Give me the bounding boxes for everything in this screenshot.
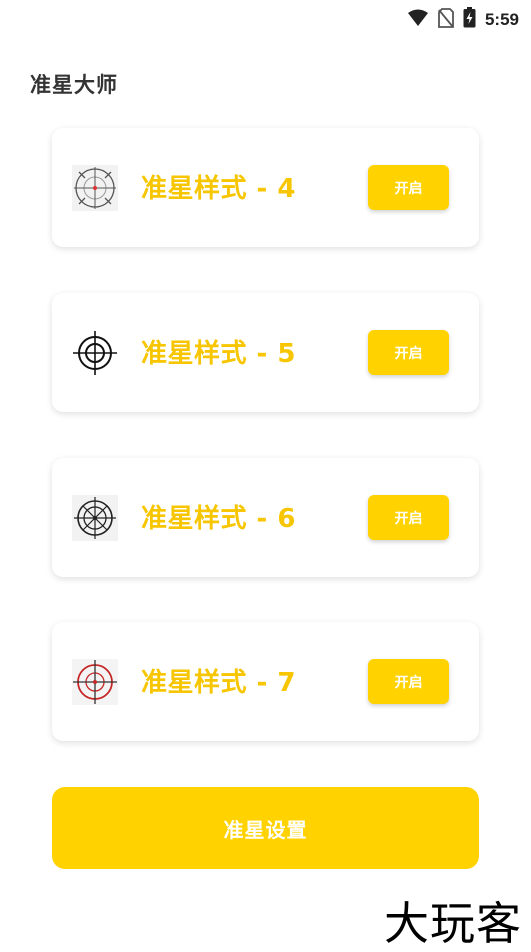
status-time: 5:59 [484,9,519,29]
crosshair-card-7: 准星样式 - 7 开启 [52,622,479,741]
crosshair-card-4: 准星样式 - 4 开启 [52,128,479,247]
crosshair-card-title: 准星样式 - 5 [141,339,296,369]
crosshair-card-title: 准星样式 - 7 [141,668,296,698]
battery-charging-icon [463,7,476,32]
crosshair-style-5-icon [72,330,118,376]
status-icons: 5:59 [407,7,519,32]
crosshair-style-6-icon [72,495,118,541]
crosshair-style-4-icon [72,165,118,211]
enable-style-5-button[interactable]: 开启 [368,330,449,375]
enable-style-7-button[interactable]: 开启 [368,659,449,704]
wifi-icon [407,9,429,31]
crosshair-card-title: 准星样式 - 6 [141,504,296,534]
crosshair-card-5: 准星样式 - 5 开启 [52,293,479,412]
crosshair-card-title: 准星样式 - 4 [141,174,296,204]
crosshair-settings-button[interactable]: 准星设置 [52,787,479,869]
crosshair-style-7-icon [72,659,118,705]
status-bar: 5:59 [0,0,531,38]
no-sim-icon [438,7,454,32]
enable-style-6-button[interactable]: 开启 [368,495,449,540]
crosshair-card-6: 准星样式 - 6 开启 [52,458,479,577]
page-title: 准星大师 [30,73,118,97]
enable-style-4-button[interactable]: 开启 [368,165,449,210]
watermark-logo: 大玩客 [383,897,522,950]
